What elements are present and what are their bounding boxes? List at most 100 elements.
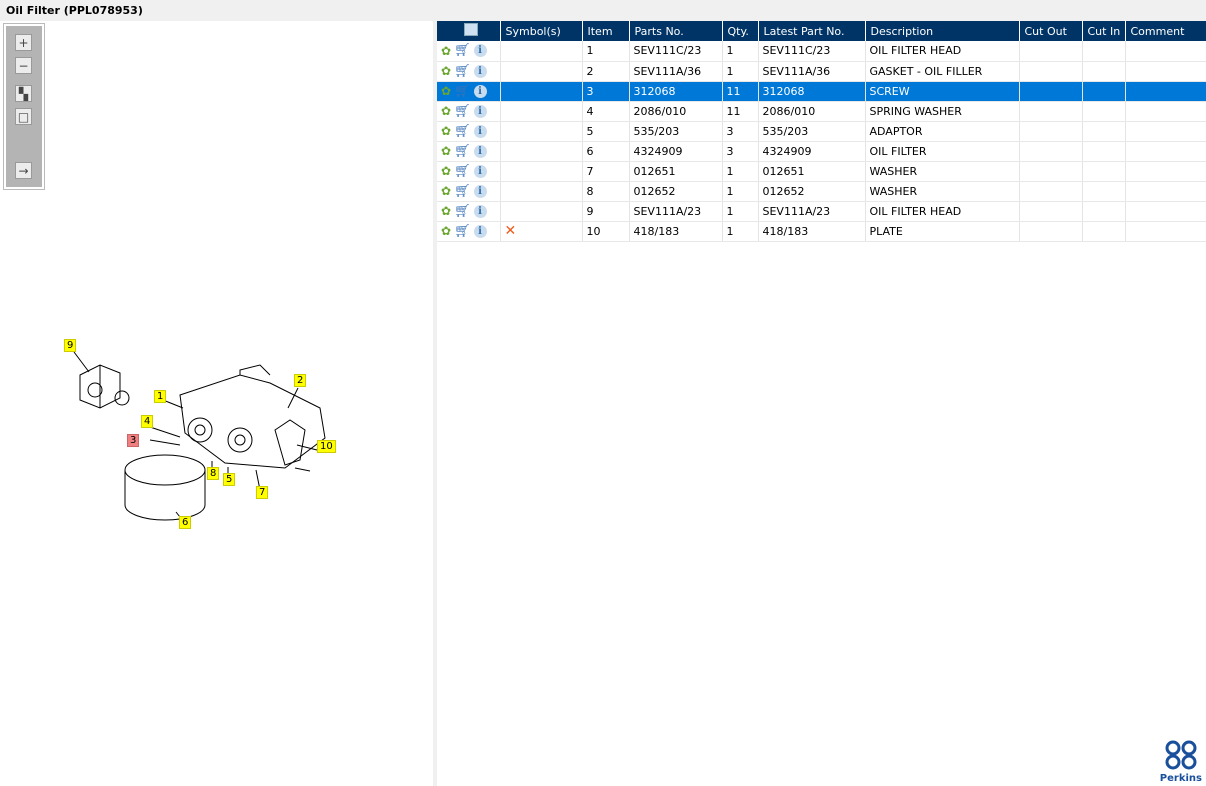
info-icon[interactable]: i [473,164,487,178]
cart-icon[interactable]: 🛒︎ [454,204,471,219]
diagram-pane[interactable]: 9 1 2 4 3 10 8 5 7 6 [0,21,433,786]
column-header[interactable]: Item [582,21,630,41]
table-row[interactable]: ✿ 🛒︎ i 5 535/203 3 535/203 ADAPTOR [437,121,1206,142]
callout-5[interactable]: 5 [223,473,236,486]
cell-qty: 3 [722,121,759,142]
info-icon[interactable]: i [473,104,487,118]
cell-item: 7 [582,161,630,182]
cell-latest: 2086/010 [758,101,866,122]
table-row[interactable]: ✿ 🛒︎ i 9 SEV111A/23 1 SEV111A/23 OIL FILTER HEA… [437,201,1206,222]
gear-icon[interactable]: ✿ [441,64,451,78]
parts-table: Symbol(s) Item Parts No. Qty. Latest Part No… [437,21,1206,242]
column-header[interactable]: Description [865,21,1020,41]
table-row[interactable]: ✿ 🛒︎ i 8 012652 1 012652 WASHER [437,181,1206,202]
symbol-cell [500,81,583,102]
cell-cut-out [1019,201,1083,222]
plus-icon: + [18,35,29,50]
actual-size-button[interactable]: □ [15,108,32,125]
row-actions: ✿ 🛒︎ i [437,141,501,162]
cell-desc: ADAPTOR [865,121,1020,142]
cell-comment [1125,141,1206,162]
row-actions: ✿ 🛒︎ i [437,161,501,182]
cell-qty: 1 [722,201,759,222]
cell-cut-out [1019,121,1083,142]
column-header[interactable]: Cut In [1082,21,1126,41]
cell-part: SEV111A/36 [629,61,723,82]
zoom-in-button[interactable]: + [15,34,32,51]
cell-desc: OIL FILTER [865,141,1020,162]
callout-6[interactable]: 6 [179,516,192,529]
parts-list-pane: Symbol(s) Item Parts No. Qty. Latest Part No… [437,21,1206,786]
row-actions: ✿ 🛒︎ i [437,221,501,242]
callout-4[interactable]: 4 [141,415,154,428]
cart-icon[interactable]: 🛒︎ [454,144,471,159]
gear-icon[interactable]: ✿ [441,124,451,138]
cart-icon[interactable]: 🛒︎ [454,84,471,99]
header-search-icon[interactable] [437,21,501,41]
table-row[interactable]: ✿ 🛒︎ i ✕ 10 418/183 1 418/183 PLATE [437,221,1206,242]
info-icon[interactable]: i [473,84,487,98]
cell-cut-out [1019,141,1083,162]
info-icon[interactable]: i [473,224,487,238]
callout-9[interactable]: 9 [64,339,77,352]
table-row[interactable]: ✿ 🛒︎ i 3 312068 11 312068 SCREW [437,81,1206,102]
gear-icon[interactable]: ✿ [441,84,451,98]
cart-icon[interactable]: 🛒︎ [454,104,471,119]
table-row[interactable]: ✿ 🛒︎ i 4 2086/010 11 2086/010 SPRING WASHER [437,101,1206,122]
column-header[interactable]: Qty. [722,21,759,41]
cell-part: SEV111C/23 [629,41,723,62]
gear-icon[interactable]: ✿ [441,204,451,218]
gear-icon[interactable]: ✿ [441,144,451,158]
fit-button[interactable]: ▚ [15,85,32,102]
cart-icon[interactable]: 🛒︎ [454,224,471,239]
table-row[interactable]: ✿ 🛒︎ i 7 012651 1 012651 WASHER [437,161,1206,182]
callout-3[interactable]: 3 [127,434,140,447]
column-header[interactable]: Cut Out [1019,21,1083,41]
cell-comment [1125,181,1206,202]
column-header[interactable]: Latest Part No. [758,21,866,41]
callout-1[interactable]: 1 [154,390,167,403]
symbol-cell: ✕ [500,221,583,242]
cell-cut-in [1082,181,1126,202]
cell-part: 012652 [629,181,723,202]
cart-icon[interactable]: 🛒︎ [454,43,471,58]
cell-qty: 1 [722,161,759,182]
cart-icon[interactable]: 🛒︎ [454,184,471,199]
column-header[interactable]: Comment [1125,21,1206,41]
gear-icon[interactable]: ✿ [441,224,451,238]
gear-icon[interactable]: ✿ [441,164,451,178]
row-actions: ✿ 🛒︎ i [437,201,501,222]
cart-icon[interactable]: 🛒︎ [454,124,471,139]
callout-10[interactable]: 10 [317,440,336,453]
zoom-out-button[interactable]: − [15,57,32,74]
cart-icon[interactable]: 🛒︎ [454,64,471,79]
cell-item: 9 [582,201,630,222]
column-header[interactable]: Parts No. [629,21,723,41]
info-icon[interactable]: i [473,184,487,198]
gear-icon[interactable]: ✿ [441,44,451,58]
column-header[interactable]: Symbol(s) [500,21,583,41]
search-icon[interactable] [463,23,478,36]
table-row[interactable]: ✿ 🛒︎ i 6 4324909 3 4324909 OIL FILTER [437,141,1206,162]
callout-7[interactable]: 7 [256,486,269,499]
cart-icon[interactable]: 🛒︎ [454,164,471,179]
symbol-cell [500,181,583,202]
info-icon[interactable]: i [473,144,487,158]
gear-icon[interactable]: ✿ [441,104,451,118]
table-row[interactable]: ✿ 🛒︎ i 1 SEV111C/23 1 SEV111C/23 OIL FILTER HEA… [437,41,1206,62]
cell-comment [1125,101,1206,122]
row-actions: ✿ 🛒︎ i [437,81,501,102]
info-icon[interactable]: i [473,204,487,218]
cell-cut-in [1082,221,1126,242]
callout-8[interactable]: 8 [207,467,220,480]
info-icon[interactable]: i [473,124,487,138]
gear-icon[interactable]: ✿ [441,184,451,198]
info-icon[interactable]: i [473,64,487,78]
cell-item: 2 [582,61,630,82]
table-row[interactable]: ✿ 🛒︎ i 2 SEV111A/36 1 SEV111A/36 GASKET - OIL F… [437,61,1206,82]
symbol-cell [500,121,583,142]
row-actions: ✿ 🛒︎ i [437,61,501,82]
export-button[interactable]: → [15,162,32,179]
callout-2[interactable]: 2 [294,374,307,387]
info-icon[interactable]: i [473,44,487,58]
